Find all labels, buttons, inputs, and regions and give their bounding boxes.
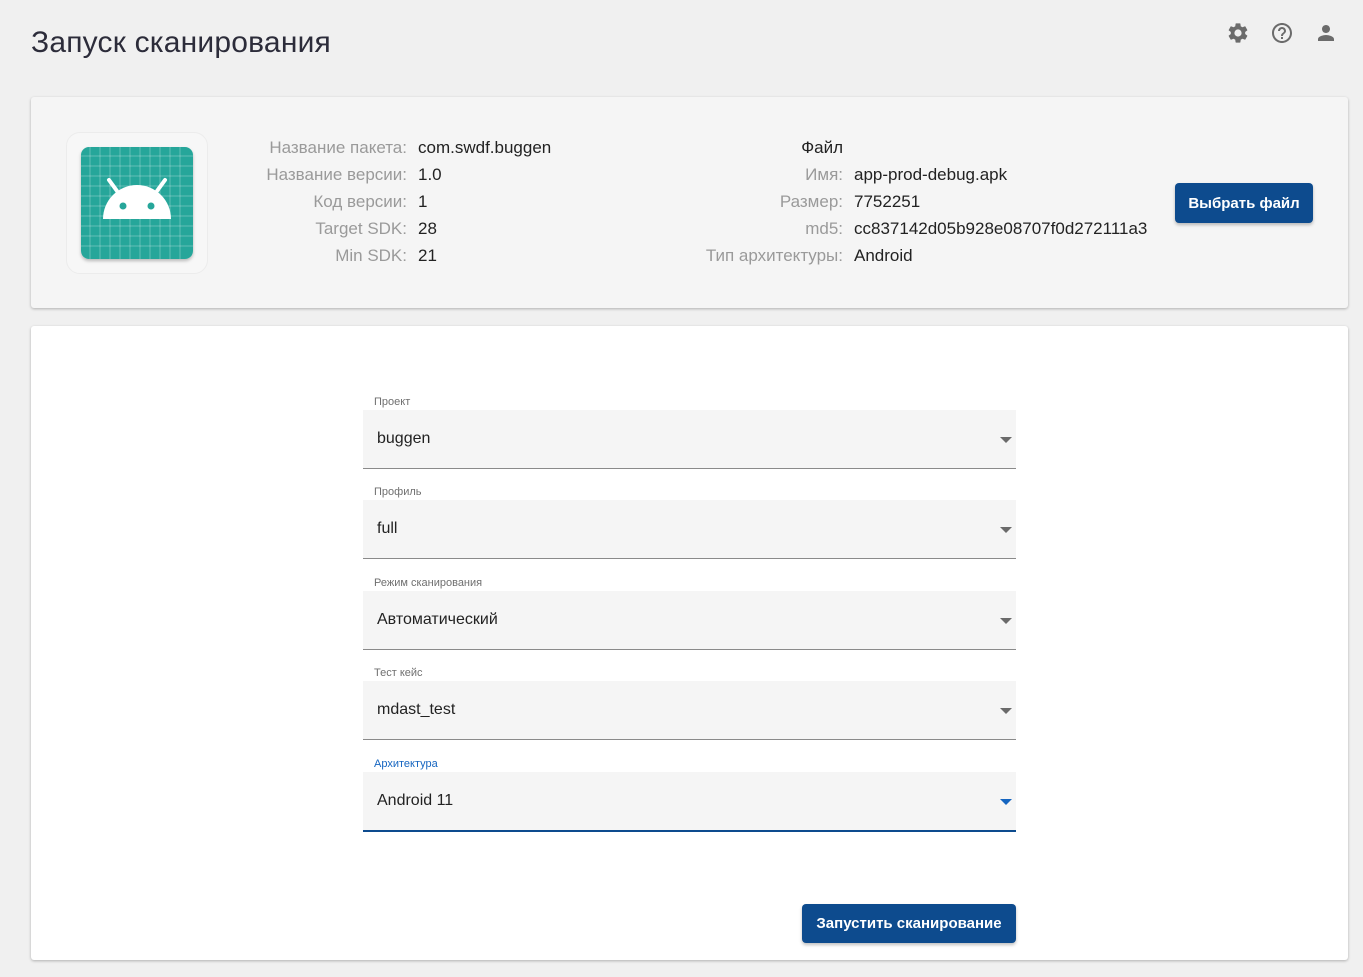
version-code-value: 1	[418, 192, 428, 211]
profile-select: Профиль full	[363, 486, 1016, 566]
md5-value: cc837142d05b928e08707f0d272111a3	[854, 219, 1148, 238]
chevron-down-icon	[1000, 799, 1012, 805]
top-toolbar	[1225, 20, 1339, 46]
project-value: buggen	[377, 430, 431, 447]
target-sdk-label: Target SDK:	[315, 219, 407, 238]
architecture-label: Архитектура	[374, 758, 438, 770]
app-info-card: Название пакета: com.swdf.buggen Название…	[31, 97, 1348, 308]
architecture-type-label: Тип архитектуры:	[705, 246, 843, 265]
help-icon[interactable]	[1269, 20, 1295, 46]
scan-mode-value: Автоматический	[377, 611, 498, 628]
architecture-dropdown[interactable]: Android 11	[363, 772, 1016, 832]
profile-label: Профиль	[374, 486, 422, 498]
app-icon-frame	[66, 132, 208, 274]
page-title: Запуск сканирования	[31, 26, 331, 59]
profile-dropdown[interactable]: full	[363, 500, 1016, 559]
md5-label: md5:	[805, 219, 843, 238]
min-sdk-label: Min SDK:	[335, 246, 407, 265]
gear-icon[interactable]	[1225, 20, 1251, 46]
android-app-icon	[81, 147, 193, 259]
target-sdk-value: 28	[418, 219, 437, 238]
test-case-select: Тест кейс mdast_test	[363, 667, 1016, 747]
chevron-down-icon	[1000, 437, 1012, 443]
test-case-dropdown[interactable]: mdast_test	[363, 681, 1016, 740]
file-name-label: Имя:	[805, 165, 843, 184]
scan-mode-label: Режим сканирования	[374, 577, 483, 589]
scan-mode-dropdown[interactable]: Автоматический	[363, 591, 1016, 650]
test-case-label: Тест кейс	[374, 667, 423, 679]
chevron-down-icon	[1000, 527, 1012, 533]
file-heading: Файл	[801, 138, 843, 157]
version-name-label: Название версии:	[266, 165, 407, 184]
profile-value: full	[377, 520, 398, 537]
package-info: Название пакета: com.swdf.buggen Название…	[253, 134, 551, 269]
file-name-value: app-prod-debug.apk	[854, 165, 1008, 184]
chevron-down-icon	[1000, 708, 1012, 714]
scan-form-card: Проект buggen Профиль full Режим сканиро…	[31, 326, 1348, 960]
file-size-label: Размер:	[779, 192, 843, 211]
scan-mode-select: Режим сканирования Автоматический	[363, 577, 1016, 657]
version-code-label: Код версии:	[313, 192, 407, 211]
account-icon[interactable]	[1313, 20, 1339, 46]
project-dropdown[interactable]: buggen	[363, 410, 1016, 469]
chevron-down-icon	[1000, 618, 1012, 624]
architecture-value: Android 11	[377, 792, 454, 809]
package-name-label: Название пакета:	[269, 138, 407, 157]
project-select: Проект buggen	[363, 396, 1016, 476]
file-info: Файл Имя: app-prod-debug.apk Размер: 77522…	[671, 134, 1148, 269]
architecture-type-value: Android	[854, 246, 913, 265]
package-name-value: com.swdf.buggen	[418, 138, 552, 157]
file-size-value: 7752251	[854, 192, 921, 211]
project-label: Проект	[374, 396, 411, 408]
choose-file-button[interactable]: Выбрать файл	[1175, 183, 1313, 223]
start-scan-button[interactable]: Запустить сканирование	[802, 904, 1016, 943]
architecture-select: Архитектура Android 11	[363, 758, 1016, 838]
version-name-value: 1.0	[418, 165, 442, 184]
test-case-value: mdast_test	[377, 701, 456, 718]
min-sdk-value: 21	[418, 246, 437, 265]
